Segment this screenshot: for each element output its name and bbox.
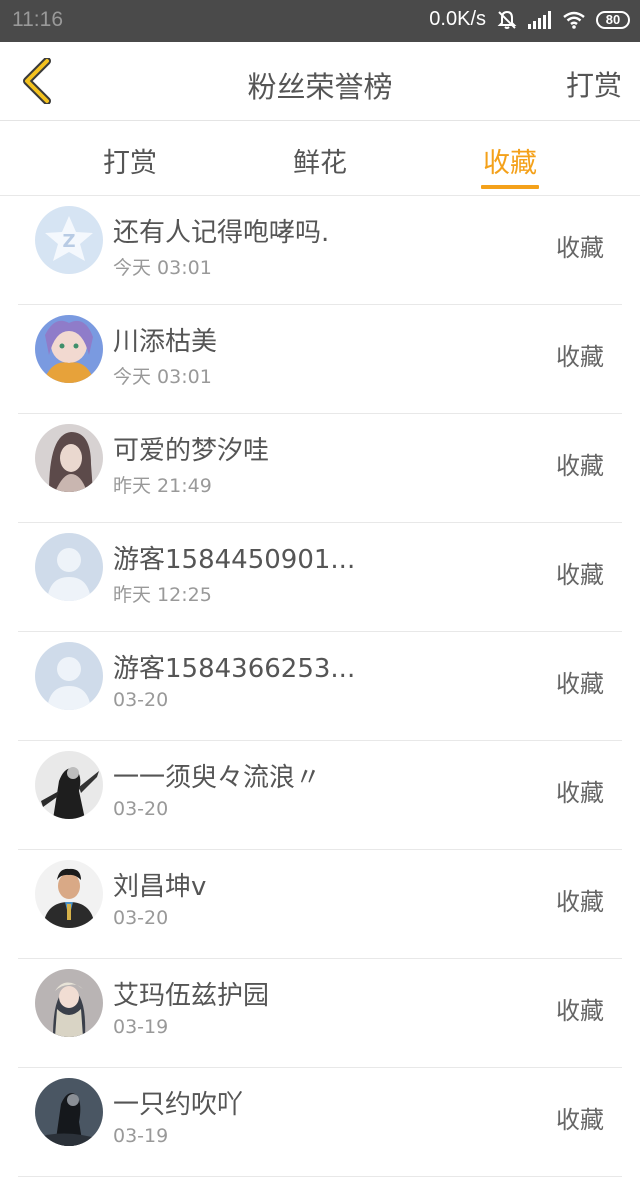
tab-reward[interactable]: 打赏 [75, 141, 185, 180]
action-label: 收藏 [556, 888, 604, 916]
list-item[interactable]: Z 还有人记得咆哮吗. 今天 03:01 收藏 [18, 196, 622, 305]
action-label: 收藏 [556, 670, 604, 698]
list-item[interactable]: 川添枯美 今天 03:01 收藏 [18, 305, 622, 414]
list-item[interactable]: 游客1584450901... 昨天 12:25 收藏 [18, 523, 622, 632]
avatar [35, 1078, 103, 1146]
action-label: 收藏 [556, 561, 604, 589]
reward-button[interactable]: 打赏 [566, 64, 622, 104]
timestamp: 03-20 [113, 907, 169, 929]
user-name: 刘昌坤v [113, 872, 207, 902]
avatar [35, 424, 103, 492]
page-title: 粉丝荣誉榜 [247, 70, 393, 104]
action-label: 收藏 [556, 452, 604, 480]
list-item[interactable]: 可爱的梦汐哇 昨天 21:49 收藏 [18, 414, 622, 523]
user-name: 游客1584366253... [113, 654, 356, 684]
status-time: 11:16 [12, 8, 63, 31]
user-name: 一一须臾々流浪〃 [113, 763, 322, 793]
user-name: 还有人记得咆哮吗. [113, 218, 330, 248]
fan-list: Z 还有人记得咆哮吗. 今天 03:01 收藏 川添枯美 今天 03:01 收藏… [0, 196, 640, 1177]
user-name: 川添枯美 [113, 327, 218, 357]
timestamp: 今天 03:01 [113, 366, 212, 388]
avatar: Z [35, 206, 103, 274]
list-item[interactable]: 艾玛伍兹护园 03-19 收藏 [18, 959, 622, 1068]
list-item[interactable]: 一只约吹吖 03-19 收藏 [18, 1068, 622, 1177]
wifi-icon [562, 11, 586, 29]
user-name: 可爱的梦汐哇 [113, 436, 270, 466]
timestamp: 03-20 [113, 798, 169, 820]
net-speed: 0.0K/s [429, 8, 486, 30]
status-bar: 11:16 0.0K/s 80 [0, 0, 640, 42]
bell-off-icon [496, 9, 518, 31]
timestamp: 昨天 12:25 [113, 584, 212, 606]
timestamp: 03-19 [113, 1125, 169, 1147]
list-item[interactable]: 一一须臾々流浪〃 03-20 收藏 [18, 741, 622, 850]
tab-flowers[interactable]: 鲜花 [265, 141, 375, 180]
tab-favorites[interactable]: 收藏 [455, 141, 565, 180]
user-name: 游客1584450901... [113, 545, 356, 575]
action-label: 收藏 [556, 779, 604, 807]
action-label: 收藏 [556, 1106, 604, 1134]
status-icons: 0.0K/s 80 [429, 8, 630, 31]
avatar [35, 315, 103, 383]
action-label: 收藏 [556, 343, 604, 371]
action-label: 收藏 [556, 234, 604, 262]
active-tab-indicator [481, 185, 539, 189]
svg-text:Z: Z [62, 231, 75, 252]
signal-icon [528, 10, 552, 29]
avatar [35, 533, 103, 601]
timestamp: 03-20 [113, 689, 169, 711]
timestamp: 03-19 [113, 1016, 169, 1038]
battery-icon: 80 [596, 10, 630, 29]
timestamp: 昨天 21:49 [113, 475, 212, 497]
nav-header: 粉丝荣誉榜 打赏 [0, 42, 640, 121]
avatar [35, 642, 103, 710]
avatar [35, 751, 103, 819]
action-label: 收藏 [556, 997, 604, 1025]
tab-bar: 打赏 鲜花 收藏 [0, 121, 640, 196]
list-item[interactable]: 刘昌坤v 03-20 收藏 [18, 850, 622, 959]
user-name: 艾玛伍兹护园 [113, 981, 270, 1011]
user-name: 一只约吹吖 [113, 1090, 244, 1120]
avatar [35, 969, 103, 1037]
avatar [35, 860, 103, 928]
timestamp: 今天 03:01 [113, 257, 212, 279]
list-item[interactable]: 游客1584366253... 03-20 收藏 [18, 632, 622, 741]
